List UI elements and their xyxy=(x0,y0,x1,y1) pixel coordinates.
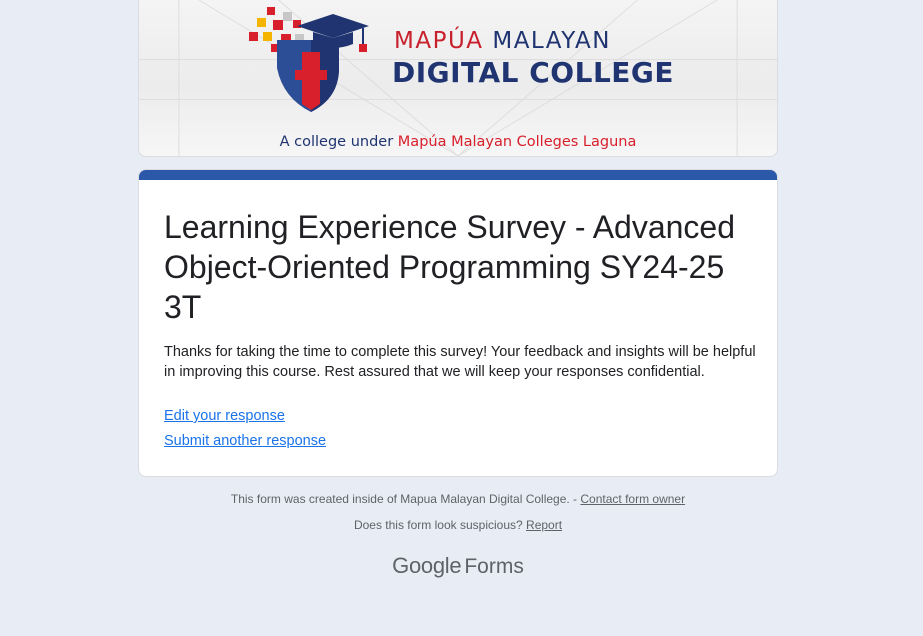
google-wordmark: Google xyxy=(392,553,462,578)
form-container: MAPÚA MALAYAN DIGITAL COLLEGE A college … xyxy=(138,0,778,578)
forms-wordmark: Forms xyxy=(464,555,524,578)
confirmation-card: Learning Experience Survey - Advanced Ob… xyxy=(138,169,778,477)
edit-response-link[interactable]: Edit your response xyxy=(164,408,285,424)
header-banner: MAPÚA MALAYAN DIGITAL COLLEGE A college … xyxy=(138,0,778,157)
brand-mapua-text: MAPÚA xyxy=(394,28,484,54)
report-link[interactable]: Report xyxy=(526,518,562,532)
brand-malayan-text: MALAYAN xyxy=(492,28,611,54)
tagline-prefix: A college under xyxy=(279,134,394,150)
confirmation-message: Thanks for taking the time to complete t… xyxy=(164,344,756,380)
suspicious-text: Does this form look suspicious? xyxy=(353,518,523,532)
form-creator-notice: This form was created inside of Mapua Ma… xyxy=(138,492,778,506)
suspicious-notice: Does this form look suspicious? Report xyxy=(138,518,778,532)
tagline-highlight: Mapúa Malayan Colleges Laguna xyxy=(397,134,637,150)
mapua-shield-logo-icon xyxy=(249,7,369,112)
submit-another-response-link[interactable]: Submit another response xyxy=(164,433,326,449)
brand-name-line2: DIGITAL COLLEGE xyxy=(392,56,675,89)
form-title: Learning Experience Survey - Advanced Ob… xyxy=(164,209,736,325)
brand-name-line1: MAPÚA MALAYAN xyxy=(394,28,611,54)
created-inside-text: This form was created inside of Mapua Ma… xyxy=(230,492,578,506)
google-forms-logo[interactable]: Google Forms xyxy=(138,553,778,579)
card-accent-bar xyxy=(139,170,777,180)
contact-form-owner-link[interactable]: Contact form owner xyxy=(580,492,685,506)
banner-tagline: A college under Mapúa Malayan Colleges L… xyxy=(139,134,777,150)
